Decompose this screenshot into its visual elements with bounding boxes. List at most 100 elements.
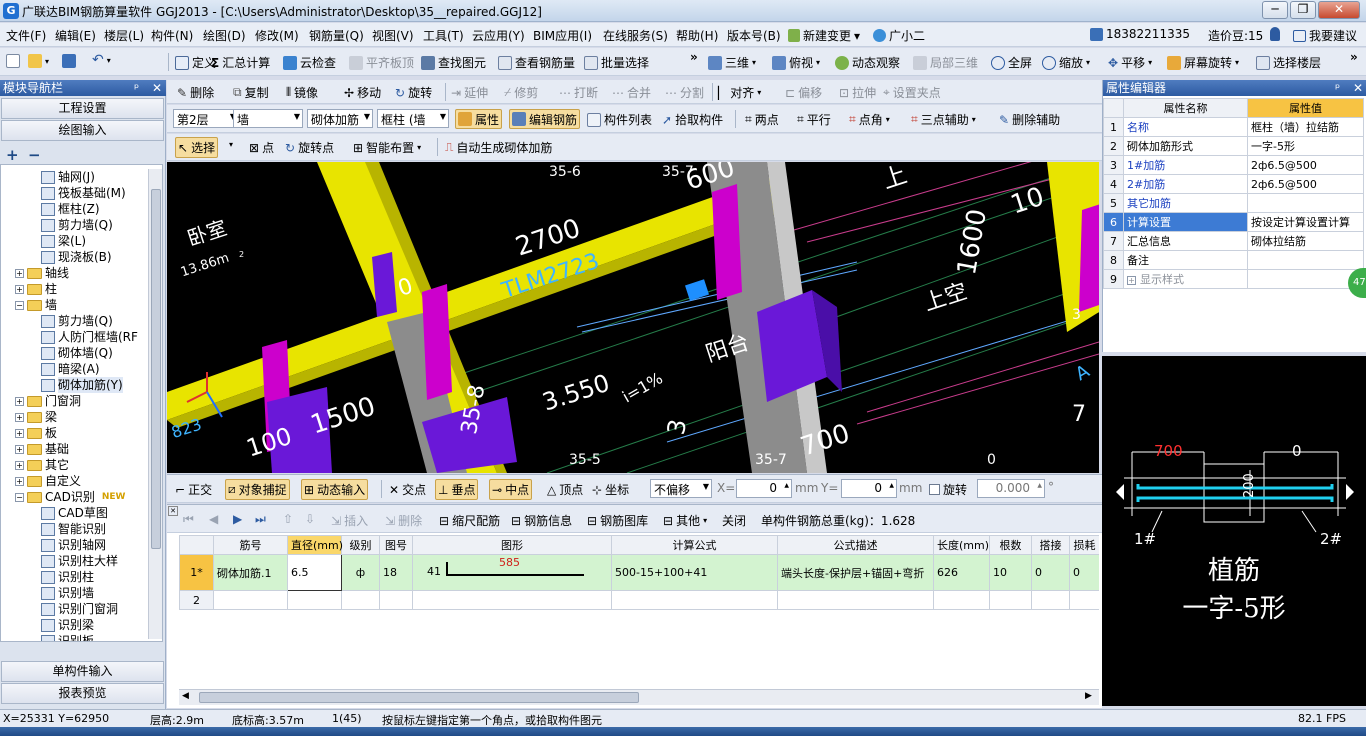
cell-diameter[interactable]: 6.5 [287,554,342,591]
view-rebar-button[interactable]: 查看钢筋量 [498,54,575,71]
point-button[interactable]: ⊠ 点 [249,139,274,156]
property-value[interactable] [1247,250,1364,270]
menu-assistant[interactable]: 广小二 [873,27,925,44]
header-lap[interactable]: 搭接 [1031,535,1070,555]
property-row[interactable]: 6 计算设置 按设定计算设置计算 [1103,212,1364,232]
tree-node[interactable]: + 轴线 [15,265,69,281]
header-description[interactable]: 公式描述 [777,535,934,555]
tree-scroll-thumb[interactable] [151,189,161,549]
fullscreen-button[interactable]: 全屏 [991,54,1032,71]
tree-node[interactable]: 识别轴网 [41,537,106,553]
dynamic-input-toggle[interactable]: ⊞ 动态输入 [301,479,369,500]
tree-node[interactable]: CAD草图 [41,505,108,521]
tree-node[interactable]: + 柱 [15,281,57,297]
tree-node[interactable]: 智能识别 [41,521,106,537]
tree-node[interactable]: 识别梁 [41,617,94,633]
property-row[interactable]: 4 2#加筋 2ф6.5@500 [1103,174,1364,194]
toolbar-overflow-2[interactable]: » [1350,50,1358,64]
rotate-angle-input[interactable]: 0.000 ▲ [977,479,1045,498]
menu-version[interactable]: 版本号(B) [727,27,781,44]
cell-figure-no[interactable]: 18 [379,554,413,591]
property-row[interactable]: 8 备注 [1103,250,1364,270]
property-name[interactable]: 砌体加筋形式 [1123,136,1248,156]
menu-tools[interactable]: 工具(T) [423,27,464,44]
collapse-all-icon[interactable]: − [28,146,41,164]
set-pivot-button[interactable]: ⌖ 设置夹点 [883,84,941,101]
header-grade[interactable]: 级别 [341,535,380,555]
cloud-check-button[interactable]: 云检查 [283,54,336,71]
rebar-library-button[interactable]: ⊟ 钢筋图库 [587,512,648,529]
property-row[interactable]: 2 砌体加筋形式 一字-5形 [1103,136,1364,156]
cell-loss[interactable]: 0 [1069,554,1099,591]
cell-shape[interactable] [412,590,612,610]
select-button[interactable]: ↖ 选择 [175,137,219,158]
nav-close-icon[interactable]: ✕ [152,80,162,96]
expand-icon[interactable]: + [15,396,24,406]
tree-node[interactable]: 砌体墙(Q) [41,345,113,361]
x-input[interactable]: 0 ▲ [736,479,792,498]
tree-node[interactable]: 识别板 [41,633,94,641]
perpendicular-snap[interactable]: ⊥ 垂点 [435,479,479,500]
vertex-snap[interactable]: △ 顶点 [547,481,583,498]
header-count[interactable]: 根数 [989,535,1032,555]
point-angle-button[interactable]: ⌗ 点角 ▾ [849,111,890,128]
header-shape[interactable]: 图形 [412,535,612,555]
cell-count[interactable] [989,590,1032,610]
header-bar-no[interactable]: 筋号 [213,535,288,555]
tree-node[interactable]: + 基础 [15,441,69,457]
property-name[interactable]: 汇总信息 [1123,231,1248,251]
cell-length[interactable] [933,590,990,610]
collapse-icon[interactable]: − [15,492,24,502]
expand-icon[interactable]: + [15,284,24,294]
property-row[interactable]: 5 其它加筋 [1103,193,1364,213]
offset-mode-select[interactable]: 不偏移 ▼ [650,479,712,498]
property-value[interactable]: 框柱（墙）拉结筋 [1247,117,1364,137]
cell-formula[interactable]: 500-15+100+41 [611,554,778,591]
two-points-button[interactable]: ⌗ 两点 [745,111,779,128]
single-input-button[interactable]: 单构件输入 [1,661,164,682]
pricing-beans[interactable]: 造价豆:15 [1208,27,1263,44]
property-row[interactable]: 3 1#加筋 2ф6.5@500 [1103,155,1364,175]
cell-diameter[interactable] [287,590,342,610]
property-name[interactable]: 2#加筋 [1123,174,1248,194]
midpoint-snap[interactable]: ⊸ 中点 [489,479,533,500]
pick-element-button[interactable]: ➚ 拾取构件 [662,111,723,128]
delete-row-button[interactable]: ⇲ 删除 [385,512,422,529]
new-file-button[interactable] [6,54,20,68]
tree-node[interactable]: + 门窗洞 [15,393,81,409]
bell-icon[interactable] [1270,27,1280,41]
report-preview-button[interactable]: 报表预览 [1,683,164,704]
move-down-button[interactable]: ⇩ [305,512,315,526]
menu-file[interactable]: 文件(F) [6,27,46,44]
undo-button[interactable]: ↶ ▾ [92,52,111,68]
header-loss[interactable]: 损耗 [1069,535,1099,555]
open-file-button[interactable]: ▾ [28,54,49,68]
table-row[interactable]: 1* 砌体加筋.1 6.5 ф 18 41 585 500-15+100+41 … [179,554,1099,591]
smart-place-button[interactable]: ⊞ 智能布置 ▾ [353,139,421,156]
tree-node[interactable]: 框柱(Z) [41,201,100,217]
viewport-canvas[interactable] [167,162,1099,473]
3d-viewport[interactable]: 35-6 35-7 600 上 10 卧室 13.86m 2 2700 0 TLM2723 1600 上… [167,162,1099,473]
property-value[interactable] [1247,269,1364,289]
tree-node[interactable]: 剪力墙(Q) [41,313,113,329]
expand-icon[interactable]: + [15,444,24,454]
local-3d-button[interactable]: 局部三维 [913,54,978,71]
menu-new-change[interactable]: 新建变更 ▾ [788,27,860,44]
save-button[interactable] [62,54,76,68]
collapse-icon[interactable]: − [15,300,24,310]
expand-icon[interactable]: + [15,412,24,422]
tree-node[interactable]: 识别墙 [41,585,94,601]
expand-icon[interactable]: + [15,476,24,486]
cell-bar-no[interactable] [213,590,288,610]
header-diameter[interactable]: 直径(mm) [287,535,343,555]
menu-edit[interactable]: 编辑(E) [55,27,96,44]
expand-icon[interactable]: + [15,428,24,438]
category-select[interactable]: 墙 ▼ [233,109,303,128]
property-value[interactable] [1247,193,1364,213]
other-button[interactable]: ⊟ 其他 ▾ [663,512,707,529]
cell-description[interactable]: 端头长度-保护层+锚固+弯折 [777,554,934,591]
type-select[interactable]: 砌体加筋 ▼ [307,109,373,128]
find-element-button[interactable]: 查找图元 [421,54,486,71]
menu-bim[interactable]: BIM应用(I) [533,27,592,44]
cell-shape[interactable]: 41 585 [412,554,612,591]
